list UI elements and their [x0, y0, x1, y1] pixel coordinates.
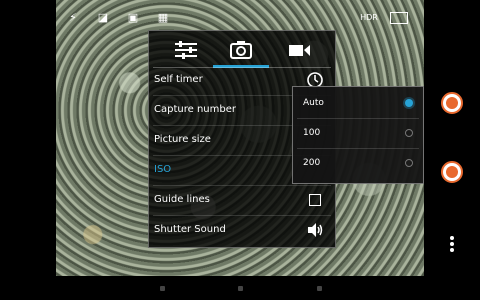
flash-icon[interactable]: ⚡: [66, 12, 80, 24]
speaker-icon: [308, 223, 323, 237]
video-record-icon: [446, 166, 458, 178]
setting-label: Picture size: [154, 134, 211, 145]
iso-option-auto[interactable]: Auto: [293, 89, 423, 119]
menu-dot: [450, 236, 454, 240]
setting-label: Capture number: [154, 104, 236, 115]
exposure-icon[interactable]: ◪: [96, 12, 110, 24]
radio-selected-icon: [405, 99, 413, 107]
right-bar: [424, 0, 480, 300]
setting-label: Shutter Sound: [154, 224, 226, 235]
video-record-button[interactable]: [441, 161, 463, 183]
settings-tabs: [149, 31, 335, 69]
iso-option-200[interactable]: 200: [293, 149, 423, 179]
camera-shutter-button[interactable]: [441, 92, 463, 114]
left-bar: [0, 0, 56, 300]
camera-icon: [230, 41, 252, 59]
camera-switch-icon[interactable]: [390, 12, 408, 24]
radio-unselected-icon: [405, 129, 413, 137]
video-tab[interactable]: [279, 37, 319, 63]
sliders-icon: [175, 41, 197, 59]
nav-home-icon[interactable]: [238, 286, 243, 291]
menu-dot: [450, 248, 454, 252]
system-nav-bar: [0, 276, 480, 300]
photo-tab[interactable]: [221, 37, 261, 63]
setting-label: ISO: [154, 164, 172, 175]
camera-shutter-icon: [446, 97, 458, 109]
setting-label: Self timer: [154, 74, 203, 85]
nav-back-icon[interactable]: [160, 286, 165, 291]
menu-dot: [450, 242, 454, 246]
option-label: 200: [303, 158, 321, 168]
setting-row-shutter-sound[interactable]: Shutter Sound: [149, 216, 335, 246]
option-label: Auto: [303, 98, 324, 108]
radio-unselected-icon: [405, 159, 413, 167]
iso-option-100[interactable]: 100: [293, 119, 423, 149]
setting-label: Guide lines: [154, 194, 210, 205]
settings-tab[interactable]: [167, 37, 207, 63]
nav-recents-icon[interactable]: [317, 286, 322, 291]
hdr-icon[interactable]: HDR: [360, 12, 378, 24]
iso-dropdown: Auto 100 200: [292, 86, 424, 184]
option-label: 100: [303, 128, 321, 138]
overflow-menu-icon[interactable]: [446, 234, 458, 254]
video-camera-icon: [289, 45, 310, 56]
grid-icon[interactable]: ▦: [156, 12, 170, 24]
setting-row-guide-lines[interactable]: Guide lines: [149, 186, 335, 216]
scene-icon[interactable]: ▣: [126, 12, 140, 24]
guide-lines-checkbox[interactable]: [309, 194, 321, 206]
